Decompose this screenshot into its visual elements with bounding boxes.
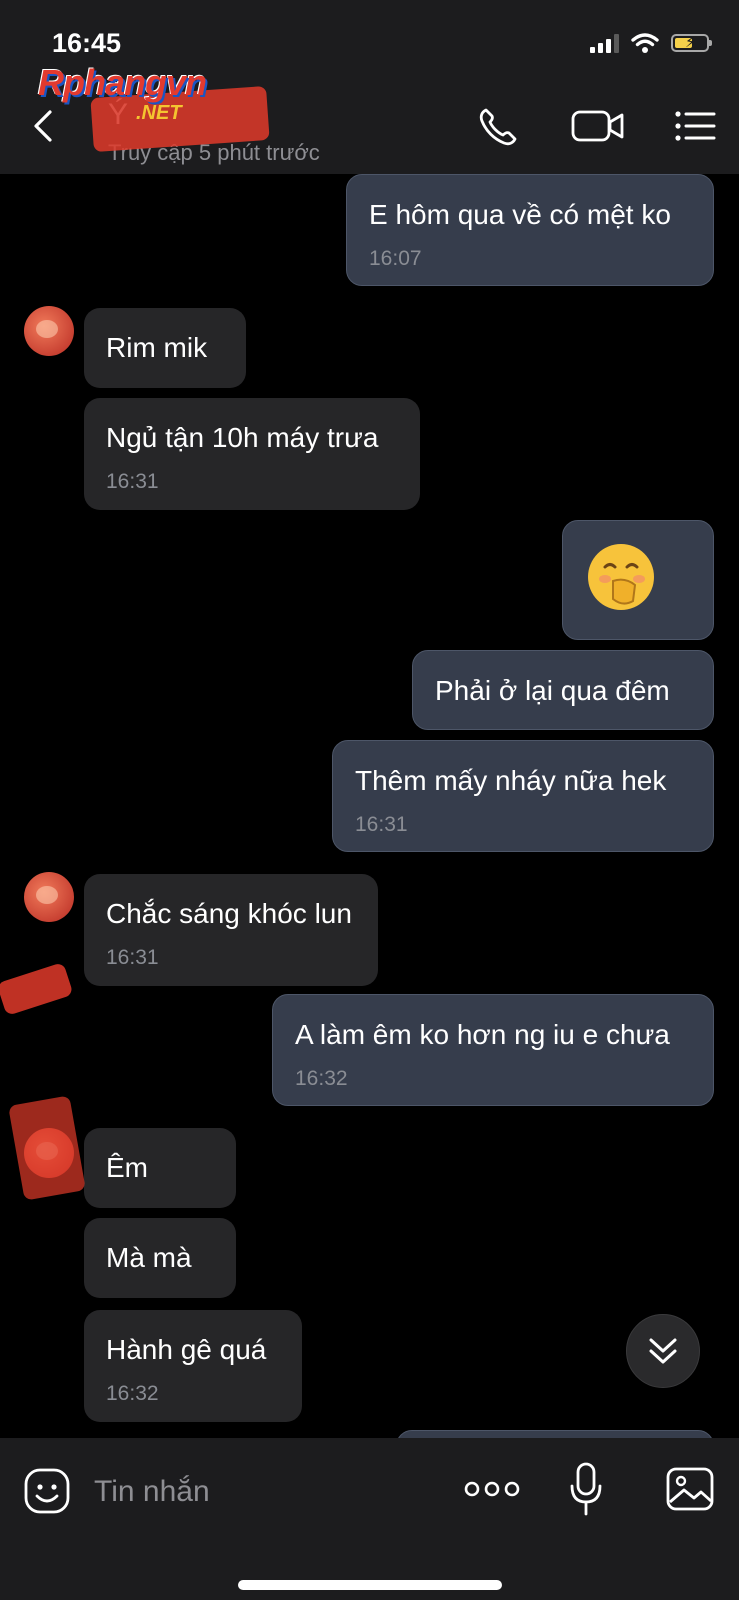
phone-icon[interactable]: [476, 104, 524, 148]
message-time: 16:32: [106, 1382, 159, 1405]
message-text: A làm êm ko hơn ng iu e chưa: [295, 1019, 670, 1050]
status-time: 16:45: [52, 28, 122, 58]
watermark-logo: Rphangvn .NET: [38, 62, 207, 124]
battery-icon: ⚡: [671, 34, 712, 52]
message-text: Thêm mấy nháy nữa hek: [355, 765, 667, 796]
message-bubble-incoming[interactable]: Ngủ tận 10h máy trưa 16:31: [84, 398, 420, 510]
scroll-to-bottom-button[interactable]: [626, 1314, 700, 1388]
message-bubble-incoming[interactable]: Êm: [84, 1128, 236, 1208]
watermark-suffix: .NET: [136, 102, 182, 124]
message-bubble-outgoing[interactable]: E hôm qua về có mệt ko 16:07: [346, 174, 714, 286]
status-bar: 16:45 ⚡: [0, 0, 739, 70]
message-input-bar: [0, 1438, 739, 1600]
message-bubble-outgoing[interactable]: Phải ở lại qua đêm: [412, 650, 714, 730]
home-indicator[interactable]: [238, 1580, 502, 1590]
message-bubble-incoming[interactable]: Hành gê quá 16:32: [84, 1310, 302, 1422]
avatar-redaction: [0, 962, 74, 1016]
image-icon[interactable]: [664, 1464, 716, 1514]
message-text: Êm: [106, 1152, 148, 1183]
message-text: Rim mik: [106, 332, 208, 363]
message-bubble-incoming[interactable]: Chắc sáng khóc lun 16:31: [84, 874, 378, 986]
message-bubble-outgoing[interactable]: A làm êm ko hơn ng iu e chưa 16:32: [272, 994, 714, 1106]
message-text: E hôm qua về có mệt ko: [369, 199, 671, 230]
back-icon[interactable]: [24, 106, 64, 146]
microphone-icon[interactable]: [566, 1460, 606, 1518]
video-camera-icon[interactable]: [570, 104, 626, 148]
message-bubble-incoming[interactable]: Mà mà: [84, 1218, 236, 1298]
message-bubble-outgoing[interactable]: Thêm mấy nháy nữa hek 16:31: [332, 740, 714, 852]
charging-bolt-icon: ⚡: [685, 34, 696, 51]
message-text: Phải ở lại qua đêm: [435, 675, 670, 706]
cellular-signal-icon: [590, 33, 619, 53]
status-icons: ⚡: [590, 32, 712, 54]
message-text: Hành gê quá: [106, 1334, 267, 1365]
watermark-main: Rphangvn: [38, 62, 207, 103]
message-time: 16:31: [106, 470, 159, 493]
contact-avatar[interactable]: [24, 306, 74, 356]
message-bubble-incoming[interactable]: Rim mik: [84, 308, 246, 388]
message-bubble-outgoing[interactable]: [562, 520, 714, 640]
avatar-redaction: [8, 1095, 86, 1201]
menu-icon[interactable]: [672, 104, 720, 148]
message-text: Ngủ tận 10h máy trưa: [106, 422, 379, 453]
message-time: 16:31: [106, 946, 159, 969]
message-time: 16:07: [369, 247, 422, 270]
message-text: Chắc sáng khóc lun: [106, 898, 352, 929]
more-options-icon[interactable]: [464, 1474, 520, 1504]
contact-avatar[interactable]: [24, 872, 74, 922]
wifi-icon: [631, 33, 659, 53]
message-time: 16:32: [295, 1067, 348, 1090]
message-text: Mà mà: [106, 1242, 192, 1273]
double-chevron-down-icon: [649, 1338, 677, 1364]
message-time: 16:31: [355, 813, 408, 836]
sticker-icon[interactable]: [22, 1466, 72, 1516]
hand-over-mouth-emoji: [588, 544, 654, 610]
message-input[interactable]: [92, 1466, 436, 1518]
